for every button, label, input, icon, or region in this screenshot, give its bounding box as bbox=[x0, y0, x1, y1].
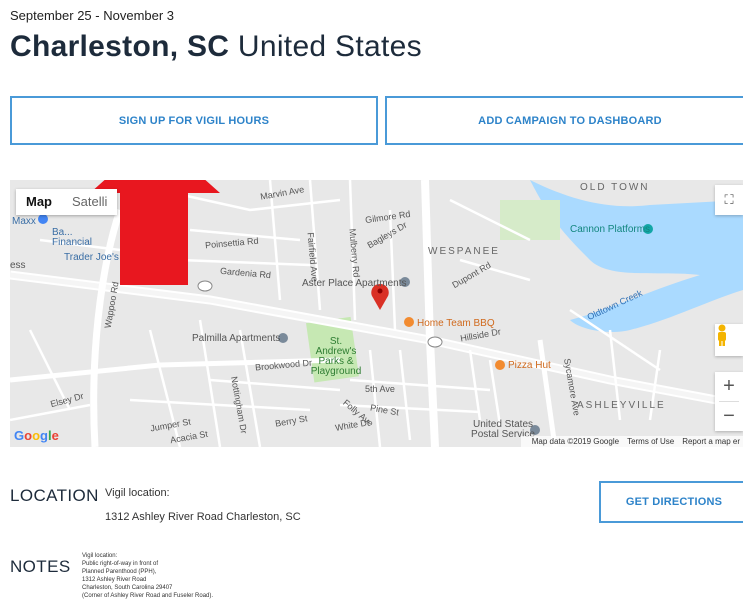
location-heading: LOCATION bbox=[10, 486, 99, 505]
zoom-out-button[interactable]: − bbox=[715, 402, 743, 431]
poi-maxx[interactable]: Maxx bbox=[12, 216, 36, 227]
poi-trader-joes[interactable]: Trader Joe's bbox=[64, 252, 119, 263]
notes-heading: NOTES bbox=[10, 557, 71, 576]
get-directions-button[interactable]: GET DIRECTIONS bbox=[599, 481, 743, 523]
map-data-credit: Map data ©2019 Google bbox=[531, 437, 620, 446]
notes-line: 1312 Ashley River Road bbox=[82, 577, 147, 583]
city-name: Charleston, SC bbox=[10, 30, 230, 63]
map-type-map-button[interactable]: Map bbox=[16, 189, 62, 215]
map-type-control: Map Satelli bbox=[16, 189, 118, 215]
notes-line: Vigil location: bbox=[82, 553, 118, 559]
notes-line: Charleston, South Carolina 29407 bbox=[82, 585, 173, 591]
page-title: Charleston, SC United States bbox=[10, 30, 422, 64]
poi-pizza-hut[interactable]: Pizza Hut bbox=[508, 360, 551, 371]
poi-cannon-platforms[interactable]: Cannon Platforms bbox=[570, 224, 650, 235]
zoom-control: + − bbox=[715, 372, 743, 431]
notes-line: (Corner of Ashley River Road and Fuseler… bbox=[82, 593, 214, 599]
poi-palmilla[interactable]: Palmilla Apartments bbox=[192, 333, 280, 344]
map-type-satellite-button[interactable]: Satelli bbox=[62, 189, 117, 215]
fullscreen-toggle-icon[interactable]: ⛶ bbox=[715, 185, 743, 215]
area-label-ashleyville: ASHLEYVILLE bbox=[577, 400, 666, 411]
sign-up-vigil-hours-button[interactable]: SIGN UP FOR VIGIL HOURS bbox=[10, 96, 378, 145]
area-label-wespanee: WESPANEE bbox=[428, 246, 500, 257]
add-campaign-to-dashboard-button[interactable]: ADD CAMPAIGN TO DASHBOARD bbox=[385, 96, 743, 145]
google-logo: Google bbox=[14, 428, 59, 443]
report-map-error-link[interactable]: Report a map er bbox=[682, 437, 740, 446]
map-attribution: Map data ©2019 Google Terms of Use Report … bbox=[520, 436, 743, 447]
vigil-location-label: Vigil location: bbox=[105, 487, 170, 499]
campaign-dates: September 25 - November 3 bbox=[10, 8, 175, 23]
area-label-old-town: OLD TOWN bbox=[580, 182, 650, 193]
country-name: United States bbox=[237, 30, 422, 63]
notes-line: Planned Parenthood (PPH), bbox=[82, 569, 157, 575]
google-map[interactable]: OLD TOWN WESPANEE ASHLEYVILLE Cannon Pla… bbox=[10, 180, 743, 447]
street-label: 5th Ave bbox=[365, 384, 395, 394]
poi-bank[interactable]: Ba... Financial bbox=[52, 228, 112, 248]
poi-st-andrews[interactable]: St. Andrew's Parks & Playground bbox=[310, 337, 362, 377]
vigil-location-address: 1312 Ashley River Road Charleston, SC bbox=[105, 511, 301, 523]
zoom-in-button[interactable]: + bbox=[715, 372, 743, 401]
poi-home-team-bbq[interactable]: Home Team BBQ bbox=[417, 318, 495, 329]
notes-line: Public right-of-way in front of bbox=[82, 561, 159, 567]
street-view-pegman-icon[interactable] bbox=[715, 324, 743, 356]
notes-text: Vigil location: Public right-of-way in f… bbox=[82, 552, 213, 600]
area-label-ess: ess bbox=[10, 260, 26, 271]
terms-of-use-link[interactable]: Terms of Use bbox=[627, 437, 674, 446]
